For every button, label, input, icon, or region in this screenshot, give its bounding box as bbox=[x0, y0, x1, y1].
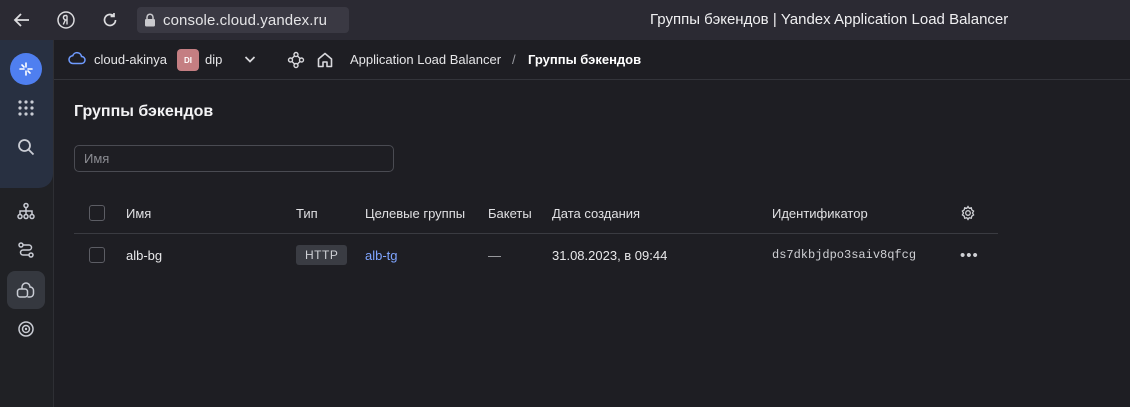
column-header-name[interactable]: Имя bbox=[126, 193, 151, 233]
breadcrumb-current: Группы бэкендов bbox=[528, 52, 642, 67]
lock-icon bbox=[137, 13, 163, 27]
row-name[interactable]: alb-bg bbox=[126, 234, 162, 276]
column-header-type[interactable]: Тип bbox=[296, 193, 318, 233]
row-target-group-link[interactable]: alb-tg bbox=[365, 234, 398, 276]
cloud-selector[interactable]: cloud-akinya bbox=[68, 51, 167, 68]
row-buckets: — bbox=[488, 247, 501, 263]
column-header-created[interactable]: Дата создания bbox=[552, 193, 640, 233]
window-title: Группы бэкендов | Yandex Application Loa… bbox=[650, 11, 1009, 28]
column-header-id[interactable]: Идентификатор bbox=[772, 193, 868, 233]
row-checkbox[interactable] bbox=[89, 234, 105, 276]
backend-groups-table: Имя Тип Целевые группы Бакеты Дата созда… bbox=[74, 193, 998, 276]
yandex-logo-icon[interactable] bbox=[54, 8, 78, 32]
row-type-badge: HTTP bbox=[296, 234, 348, 276]
back-arrow-icon[interactable] bbox=[10, 8, 34, 32]
row-actions-more-icon[interactable]: ••• bbox=[960, 234, 979, 276]
column-header-buckets[interactable]: Бакеты bbox=[488, 193, 532, 233]
backend-groups-icon[interactable] bbox=[7, 271, 45, 309]
header-breadcrumb-bar: cloud-akinya DI dip Application Load Bal… bbox=[54, 40, 1130, 80]
page-title: Группы бэкендов bbox=[74, 103, 214, 120]
cloud-icon bbox=[68, 51, 86, 68]
chevron-down-icon[interactable] bbox=[243, 52, 257, 69]
home-icon[interactable] bbox=[316, 51, 334, 72]
column-header-target-groups[interactable]: Целевые группы bbox=[365, 193, 465, 233]
breadcrumb-separator: / bbox=[512, 52, 516, 67]
address-bar[interactable]: console.cloud.yandex.ru bbox=[137, 7, 349, 33]
yandex-cloud-logo-icon[interactable] bbox=[10, 53, 42, 85]
load-balancers-hierarchy-icon[interactable] bbox=[7, 192, 45, 230]
folder-avatar: DI bbox=[177, 49, 199, 71]
service-nodes-icon[interactable] bbox=[287, 51, 305, 72]
browser-toolbar: console.cloud.yandex.ru Группы бэкендов … bbox=[0, 0, 1130, 40]
http-routers-route-icon[interactable] bbox=[7, 231, 45, 269]
table-row[interactable]: alb-bg HTTP alb-tg — 31.08.2023, в 09:44… bbox=[74, 234, 998, 276]
row-id: ds7dkbjdpo3saiv8qfcg bbox=[772, 248, 917, 262]
search-icon[interactable] bbox=[7, 128, 45, 166]
breadcrumb-service[interactable]: Application Load Balancer bbox=[350, 52, 501, 67]
table-header: Имя Тип Целевые группы Бакеты Дата созда… bbox=[74, 193, 998, 234]
row-type-label: HTTP bbox=[296, 245, 348, 265]
left-rail bbox=[0, 40, 54, 407]
select-all-checkbox[interactable] bbox=[89, 193, 105, 233]
target-groups-icon[interactable] bbox=[7, 310, 45, 348]
cloud-name: cloud-akinya bbox=[94, 52, 167, 67]
reload-icon[interactable] bbox=[98, 8, 122, 32]
table-settings-gear-icon[interactable] bbox=[960, 193, 976, 233]
name-filter-input[interactable] bbox=[74, 145, 394, 172]
folder-name[interactable]: dip bbox=[205, 52, 222, 67]
row-created: 31.08.2023, в 09:44 bbox=[552, 247, 668, 263]
all-services-grid-icon[interactable] bbox=[7, 89, 45, 127]
address-url: console.cloud.yandex.ru bbox=[163, 11, 328, 29]
